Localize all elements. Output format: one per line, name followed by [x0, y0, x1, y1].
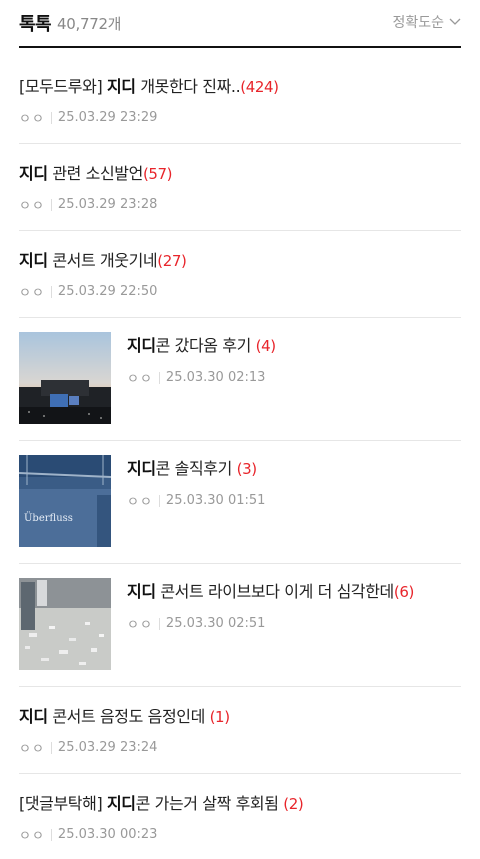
post-meta: ㅇㅇ 25.03.30 01:51: [127, 491, 265, 510]
concert-stage-image: [19, 332, 111, 424]
post-date: 25.03.30 00:23: [57, 827, 158, 842]
post-meta: ㅇㅇ 25.03.29 23:24: [19, 738, 157, 757]
comment-count: (2): [283, 795, 304, 813]
post-title[interactable]: 지디 콘서트 음정도 음정인데 (1): [19, 703, 230, 727]
keyword-highlight: 지디: [106, 77, 136, 96]
chevron-down-icon: [449, 18, 461, 25]
post-date: 25.03.29 22:50: [57, 284, 158, 299]
post-item[interactable]: 지디콘 갔다옴 후기 (4) ㅇㅇ 25.03.30 02:13: [19, 318, 461, 441]
author: ㅇㅇ: [19, 286, 45, 301]
keyword-highlight: 지디: [127, 582, 156, 601]
comment-count: (57): [142, 165, 173, 183]
author: ㅇㅇ: [19, 112, 45, 127]
author: ㅇㅇ: [127, 618, 153, 633]
post-meta: ㅇㅇ 25.03.29 22:50: [19, 282, 157, 301]
section-title: 톡톡: [19, 14, 52, 35]
author: ㅇㅇ: [19, 829, 45, 844]
comment-count: (1): [209, 708, 230, 726]
result-count: 40,772개: [57, 15, 122, 33]
keyword-highlight: 지디: [106, 794, 136, 813]
post-title[interactable]: 지디 콘서트 개웃기네(27): [19, 247, 187, 271]
meta-divider: [50, 741, 52, 754]
post-item[interactable]: [모두드루와] 지디 개못한다 진짜..(424) ㅇㅇ 25.03.29 23…: [19, 57, 461, 144]
post-item[interactable]: 지디 콘서트 라이브보다 이게 더 심각한데(6) ㅇㅇ 25.03.30 02…: [19, 564, 461, 687]
meta-divider: [50, 828, 52, 841]
post-meta: ㅇㅇ 25.03.30 02:51: [127, 614, 265, 633]
trash-floor-image: [19, 578, 111, 670]
keyword-highlight: 지디: [19, 707, 48, 726]
post-date: 25.03.29 23:28: [57, 197, 158, 212]
post-date: 25.03.30 02:51: [165, 616, 266, 631]
post-date: 25.03.29 23:29: [57, 110, 158, 125]
sort-label: 정확도순: [392, 15, 444, 31]
concert-screen-image: Überfluss: [19, 455, 111, 547]
post-thumbnail[interactable]: Überfluss: [19, 455, 111, 547]
screen-text: Überfluss: [24, 512, 73, 524]
author: ㅇㅇ: [127, 372, 153, 387]
post-title[interactable]: 지디 콘서트 라이브보다 이게 더 심각한데(6): [127, 578, 414, 602]
post-item[interactable]: 지디 관련 소신발언(57) ㅇㅇ 25.03.29 23:28: [19, 144, 461, 231]
meta-divider: [158, 494, 160, 507]
post-date: 25.03.30 01:51: [165, 493, 266, 508]
post-title[interactable]: 지디 관련 소신발언(57): [19, 160, 173, 184]
post-date: 25.03.30 02:13: [165, 370, 266, 385]
post-meta: ㅇㅇ 25.03.30 02:13: [127, 368, 265, 387]
keyword-highlight: 지디: [19, 251, 48, 270]
meta-divider: [50, 111, 52, 124]
comment-count: (424): [240, 78, 279, 96]
meta-divider: [158, 617, 160, 630]
post-title[interactable]: 지디콘 솔직후기 (3): [127, 455, 257, 479]
post-item[interactable]: [댓글부탁해] 지디콘 가는거 살짝 후회됨 (2) ㅇㅇ 25.03.30 0…: [19, 774, 461, 859]
post-item[interactable]: Überfluss 지디콘 솔직후기 (3) ㅇㅇ 25.03.30 01:51: [19, 441, 461, 564]
comment-count: (6): [393, 583, 414, 601]
post-title[interactable]: [모두드루와] 지디 개못한다 진짜..(424): [19, 73, 279, 97]
post-thumbnail[interactable]: [19, 578, 111, 670]
comment-count: (27): [157, 252, 187, 270]
author: ㅇㅇ: [19, 199, 45, 214]
keyword-highlight: 지디: [127, 459, 156, 478]
sort-dropdown[interactable]: 정확도순: [392, 12, 461, 32]
post-item[interactable]: 지디 콘서트 개웃기네(27) ㅇㅇ 25.03.29 22:50: [19, 231, 461, 318]
meta-divider: [50, 285, 52, 298]
comment-count: (3): [236, 460, 257, 478]
meta-divider: [50, 198, 52, 211]
post-meta: ㅇㅇ 25.03.29 23:28: [19, 195, 157, 214]
keyword-highlight: 지디: [127, 336, 156, 355]
post-thumbnail[interactable]: [19, 332, 111, 424]
post-title[interactable]: [댓글부탁해] 지디콘 가는거 살짝 후회됨 (2): [19, 790, 304, 814]
post-meta: ㅇㅇ 25.03.29 23:29: [19, 108, 157, 127]
meta-divider: [158, 371, 160, 384]
post-date: 25.03.29 23:24: [57, 740, 158, 755]
post-meta: ㅇㅇ 25.03.30 00:23: [19, 825, 157, 844]
keyword-highlight: 지디: [19, 164, 48, 183]
search-results-header: 톡톡 40,772개 정확도순: [19, 0, 461, 48]
author: ㅇㅇ: [19, 742, 45, 757]
post-item[interactable]: 지디 콘서트 음정도 음정인데 (1) ㅇㅇ 25.03.29 23:24: [19, 687, 461, 774]
post-title[interactable]: 지디콘 갔다옴 후기 (4): [127, 332, 276, 356]
author: ㅇㅇ: [127, 495, 153, 510]
comment-count: (4): [255, 337, 276, 355]
